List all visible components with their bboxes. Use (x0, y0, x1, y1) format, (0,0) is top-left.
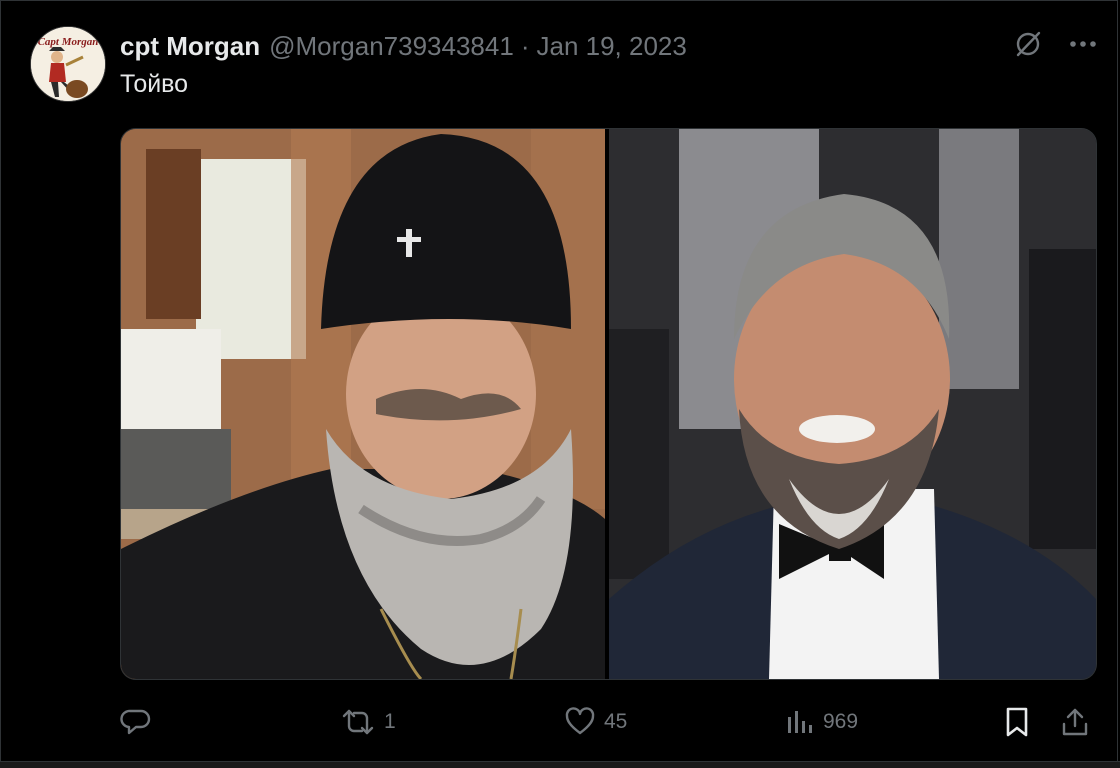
views-icon (788, 711, 812, 733)
tweet-top-actions (1012, 28, 1098, 60)
share-icon (1062, 708, 1088, 736)
avatar[interactable]: Capt Morgan (30, 26, 106, 102)
repost-count: 1 (384, 710, 396, 733)
more-icon[interactable] (1068, 39, 1098, 49)
share-button[interactable] (1060, 702, 1090, 742)
bookmark-button[interactable] (1002, 702, 1032, 742)
tweet-actions: 1 45 969 (120, 702, 1095, 742)
reply-button[interactable] (120, 702, 160, 742)
separator: · (520, 30, 530, 61)
grok-icon[interactable] (1012, 28, 1044, 60)
media-image-left[interactable] (121, 129, 605, 679)
views-button[interactable]: 969 (785, 702, 858, 742)
reply-icon (120, 709, 151, 735)
repost-icon (342, 709, 374, 735)
author-handle[interactable]: @Morgan739343841 (269, 31, 514, 62)
photo-cleric (121, 129, 605, 679)
tweet-text: Тойво (120, 70, 189, 98)
like-button[interactable]: 45 (564, 702, 627, 742)
tweet-date[interactable]: Jan 19, 2023 (536, 31, 686, 62)
bookmark-icon (1006, 707, 1028, 737)
divider (0, 761, 1120, 768)
views-count: 969 (823, 710, 859, 733)
tweet-header: cpt Morgan @Morgan739343841 · Jan 19, 20… (120, 29, 687, 63)
author-name[interactable]: cpt Morgan (120, 31, 260, 62)
like-count: 45 (604, 710, 628, 733)
svg-text:Capt Morgan: Capt Morgan (38, 36, 99, 48)
like-icon (565, 707, 595, 735)
photo-tuxedo-man (609, 129, 1096, 679)
tweet-media[interactable] (120, 128, 1097, 680)
media-image-right[interactable] (609, 129, 1096, 679)
repost-button[interactable]: 1 (340, 702, 396, 742)
